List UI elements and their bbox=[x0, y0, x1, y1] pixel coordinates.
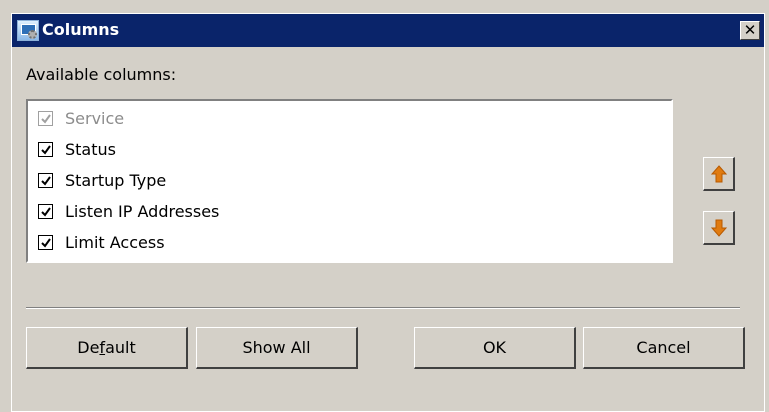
app-icon bbox=[17, 20, 39, 41]
title-bar[interactable]: Columns ✕ bbox=[12, 14, 764, 47]
separator bbox=[26, 307, 740, 309]
list-item-status[interactable]: Status bbox=[38, 134, 116, 164]
default-button[interactable]: Default bbox=[26, 327, 188, 369]
item-label: Startup Type bbox=[65, 170, 167, 190]
show-all-button[interactable]: Show All bbox=[196, 327, 358, 369]
move-up-button[interactable] bbox=[703, 157, 735, 191]
checkbox-startup-type[interactable] bbox=[38, 172, 53, 188]
item-label: Listen IP Addresses bbox=[65, 201, 220, 221]
arrow-up-icon bbox=[711, 165, 727, 183]
checkbox-limit-access[interactable] bbox=[38, 234, 53, 250]
default-button-label: Default bbox=[77, 338, 136, 357]
item-label: Service bbox=[65, 108, 125, 128]
checkbox-service bbox=[38, 110, 53, 126]
close-icon: ✕ bbox=[743, 21, 757, 39]
available-columns-label: Available columns: bbox=[26, 65, 177, 84]
close-button[interactable]: ✕ bbox=[740, 21, 760, 40]
list-item-service[interactable]: Service bbox=[38, 103, 124, 133]
list-item-limit-access[interactable]: Limit Access bbox=[38, 227, 165, 257]
list-item-listen-ip-addresses[interactable]: Listen IP Addresses bbox=[38, 196, 219, 226]
item-label: Limit Access bbox=[65, 232, 165, 252]
item-label: Status bbox=[65, 139, 116, 159]
checkbox-listen-ip-addresses[interactable] bbox=[38, 203, 53, 219]
list-item-startup-type[interactable]: Startup Type bbox=[38, 165, 166, 195]
columns-listbox[interactable]: Service Status Startup Type Listen IP Ad… bbox=[26, 99, 673, 263]
arrow-down-icon bbox=[711, 219, 727, 237]
cancel-button[interactable]: Cancel bbox=[583, 327, 745, 369]
dialog-title: Columns bbox=[42, 20, 120, 39]
move-down-button[interactable] bbox=[703, 211, 735, 245]
checkbox-status[interactable] bbox=[38, 141, 53, 157]
ok-button[interactable]: OK bbox=[414, 327, 576, 369]
